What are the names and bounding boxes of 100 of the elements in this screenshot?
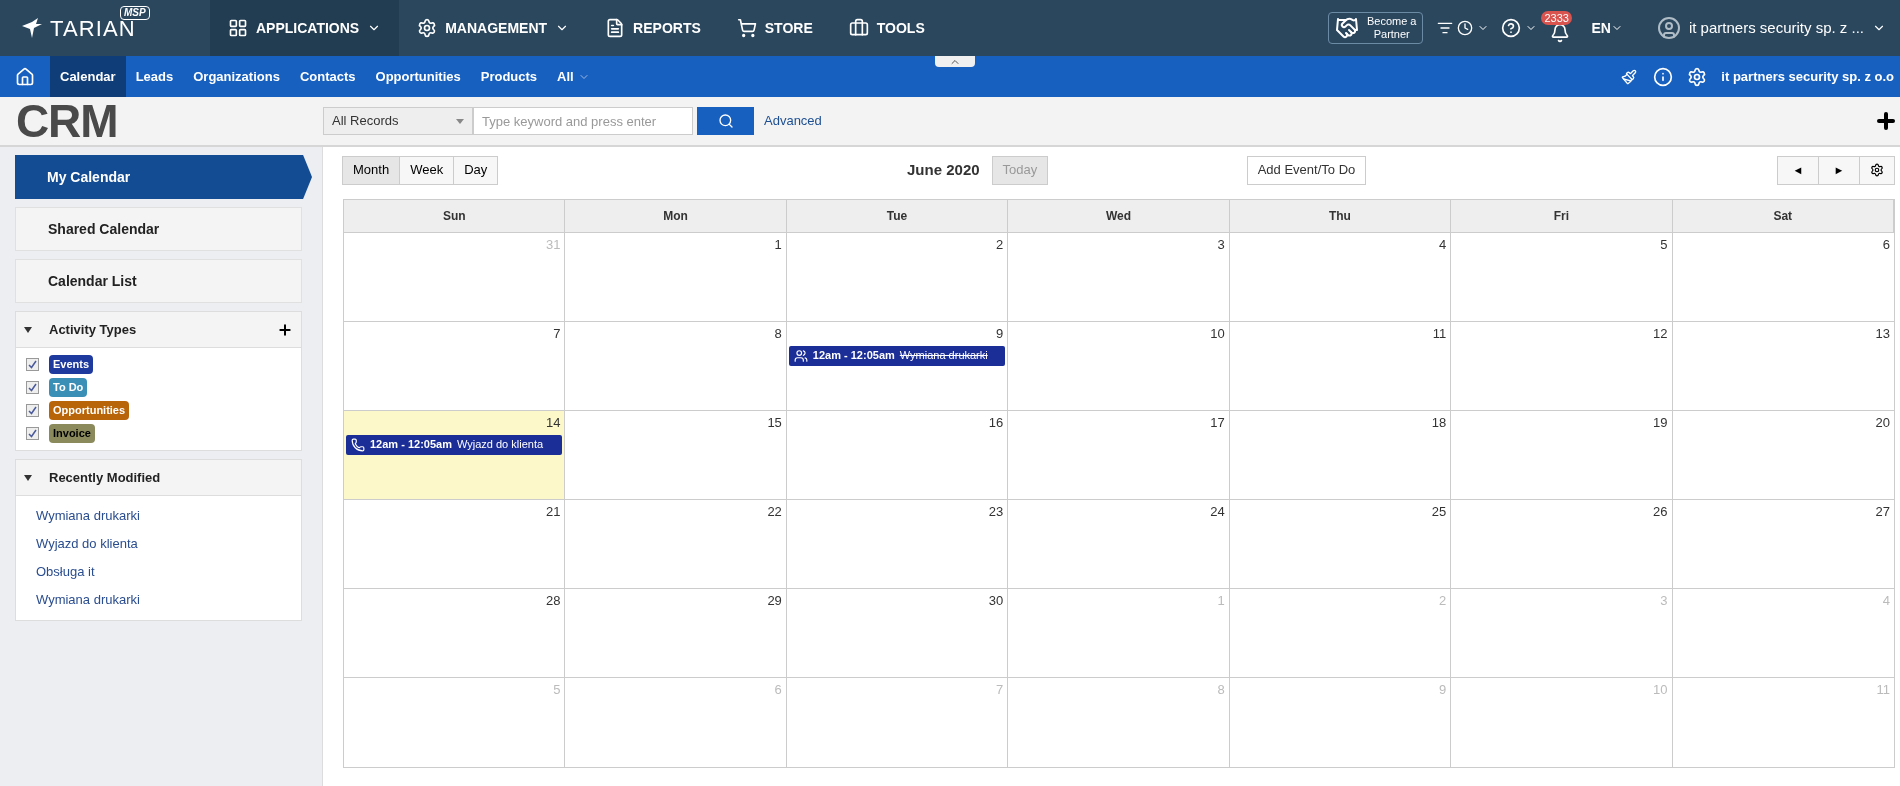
settings-button[interactable]	[1859, 155, 1895, 185]
day-cell[interactable]: 22	[565, 500, 787, 589]
history-button[interactable]	[1437, 20, 1490, 36]
grid-icon	[228, 18, 248, 38]
brand-logo[interactable]: TARIAN MSP	[0, 0, 210, 56]
company-name[interactable]: it partners security sp. z o.o	[1721, 66, 1894, 87]
search-button[interactable]	[697, 107, 754, 135]
next-button[interactable]: ►	[1818, 155, 1860, 185]
activity-tag: To Do	[49, 378, 88, 397]
checkbox[interactable]	[26, 404, 39, 417]
day-cell[interactable]: 21	[344, 500, 566, 589]
day-cell[interactable]: 24	[1008, 500, 1230, 589]
day-cell[interactable]: 8	[565, 322, 787, 411]
day-cell[interactable]: 4	[1229, 233, 1452, 322]
nav-tab[interactable]: Opportunities	[365, 56, 471, 97]
top-menu-item[interactable]: STORE	[718, 0, 831, 56]
settings-icon[interactable]	[1687, 66, 1708, 87]
day-number: 6	[774, 681, 783, 699]
info-icon[interactable]	[1653, 66, 1674, 87]
calendar-event[interactable]: 12am - 12:05am Wyjazd do klienta	[346, 434, 563, 455]
recent-link[interactable]: Wymiana drukarki	[36, 502, 281, 530]
sidebar-item[interactable]: Shared Calendar	[15, 207, 302, 251]
module-logo: CRM	[15, 98, 119, 144]
home-icon[interactable]	[15, 66, 35, 87]
search-field[interactable]: Type keyword and press enter	[473, 107, 693, 135]
settings-icon	[1870, 163, 1884, 177]
day-number: 9	[1438, 681, 1448, 699]
day-cell[interactable]: 10	[1008, 322, 1230, 411]
day-cell[interactable]: 14 12am - 12:05am Wyjazd do klienta	[344, 411, 566, 500]
view-tab[interactable]: Month	[342, 155, 401, 185]
day-cell[interactable]: 18	[1229, 411, 1452, 500]
partner-button[interactable]: Become a Partner	[1327, 12, 1424, 44]
day-cell[interactable]: 17	[1008, 411, 1230, 500]
checkbox[interactable]	[26, 358, 39, 371]
account-menu[interactable]: it partners security sp. z ...	[1688, 16, 1886, 40]
add-icon[interactable]	[277, 321, 293, 338]
day-cell[interactable]: 30	[786, 589, 1009, 678]
top-menu-item[interactable]: MANAGEMENT	[399, 0, 588, 56]
weekday-header: Wed	[1008, 200, 1230, 233]
nav-tab[interactable]: Leads	[125, 56, 184, 97]
nav-tab[interactable]: Products	[470, 56, 548, 97]
view-tab[interactable]: Day	[453, 155, 499, 185]
language-selector[interactable]: EN	[1591, 17, 1623, 39]
nav-tab[interactable]: Contacts	[289, 56, 366, 97]
brand-badge: MSP	[120, 6, 150, 20]
view-tab[interactable]: Week	[399, 155, 455, 185]
day-cell[interactable]: 11	[1229, 322, 1452, 411]
checkbox[interactable]	[26, 427, 39, 440]
day-cell[interactable]: 26	[1451, 500, 1673, 589]
day-cell[interactable]: 7	[344, 322, 566, 411]
previous-button[interactable]: ◄	[1777, 155, 1819, 185]
day-number: 1	[1217, 592, 1226, 610]
filter-dropdown[interactable]: All Records	[323, 107, 473, 135]
top-menu-item[interactable]: APPLICATIONS	[210, 0, 400, 56]
day-cell[interactable]: 15	[565, 411, 787, 500]
advanced-link[interactable]: Advanced	[764, 111, 822, 131]
day-cell[interactable]: 16	[786, 411, 1009, 500]
day-number: 20	[1875, 414, 1891, 432]
day-cell[interactable]: 29	[565, 589, 787, 678]
month-title: June 2020	[907, 159, 980, 180]
day-cell[interactable]: 19	[1451, 411, 1673, 500]
day-cell[interactable]: 25	[1229, 500, 1452, 589]
nav-tab[interactable]: Organizations	[183, 56, 290, 97]
activity-tag: Invoice	[49, 424, 95, 443]
day-number: 27	[1875, 503, 1891, 521]
day-cell[interactable]: 5	[1451, 233, 1673, 322]
add-event-button[interactable]: Add Event/To Do	[1246, 155, 1367, 185]
day-cell[interactable]: 12	[1451, 322, 1673, 411]
checkbox[interactable]	[26, 381, 39, 394]
day-number: 12	[1653, 325, 1669, 343]
calendar-event[interactable]: 12am - 12:05am Wymiana drukarki	[788, 345, 1006, 366]
recent-link[interactable]: Wyjazd do klienta	[36, 530, 281, 558]
top-menu-item[interactable]: REPORTS	[587, 0, 719, 56]
day-number: 3	[1217, 236, 1226, 254]
collapse-triangle-icon[interactable]	[24, 326, 32, 333]
sidebar-item[interactable]: My Calendar	[15, 155, 312, 199]
recent-link[interactable]: Wymiana drukarki	[36, 586, 281, 614]
day-cell[interactable]: 23	[786, 500, 1009, 589]
day-number: 11	[1432, 325, 1448, 343]
day-number: 2	[1438, 592, 1448, 610]
recent-link[interactable]: Obsługa it	[36, 558, 281, 586]
add-icon[interactable]	[1874, 109, 1898, 133]
day-cell[interactable]: 2	[786, 233, 1009, 322]
day-number: 14	[545, 414, 562, 432]
day-cell[interactable]: 3	[1008, 233, 1230, 322]
day-cell[interactable]: 9 12am - 12:05am Wymiana drukarki	[786, 322, 1009, 411]
day-cell[interactable]: 28	[344, 589, 566, 678]
nav-tab[interactable]: All	[547, 56, 600, 97]
nav-tab[interactable]: Calendar	[50, 56, 126, 97]
top-menu-item[interactable]: TOOLS	[830, 0, 943, 56]
day-number: 25	[1431, 503, 1448, 521]
day-number: 19	[1653, 414, 1669, 432]
help-button[interactable]	[1501, 18, 1538, 38]
day-cell[interactable]: 1	[565, 233, 787, 322]
day-number: 18	[1431, 414, 1448, 432]
avatar-icon	[1656, 16, 1681, 40]
brush-icon[interactable]	[1621, 68, 1638, 85]
day-number: 5	[553, 681, 562, 699]
sidebar-item[interactable]: Calendar List	[15, 259, 302, 303]
collapse-triangle-icon[interactable]	[24, 474, 32, 481]
